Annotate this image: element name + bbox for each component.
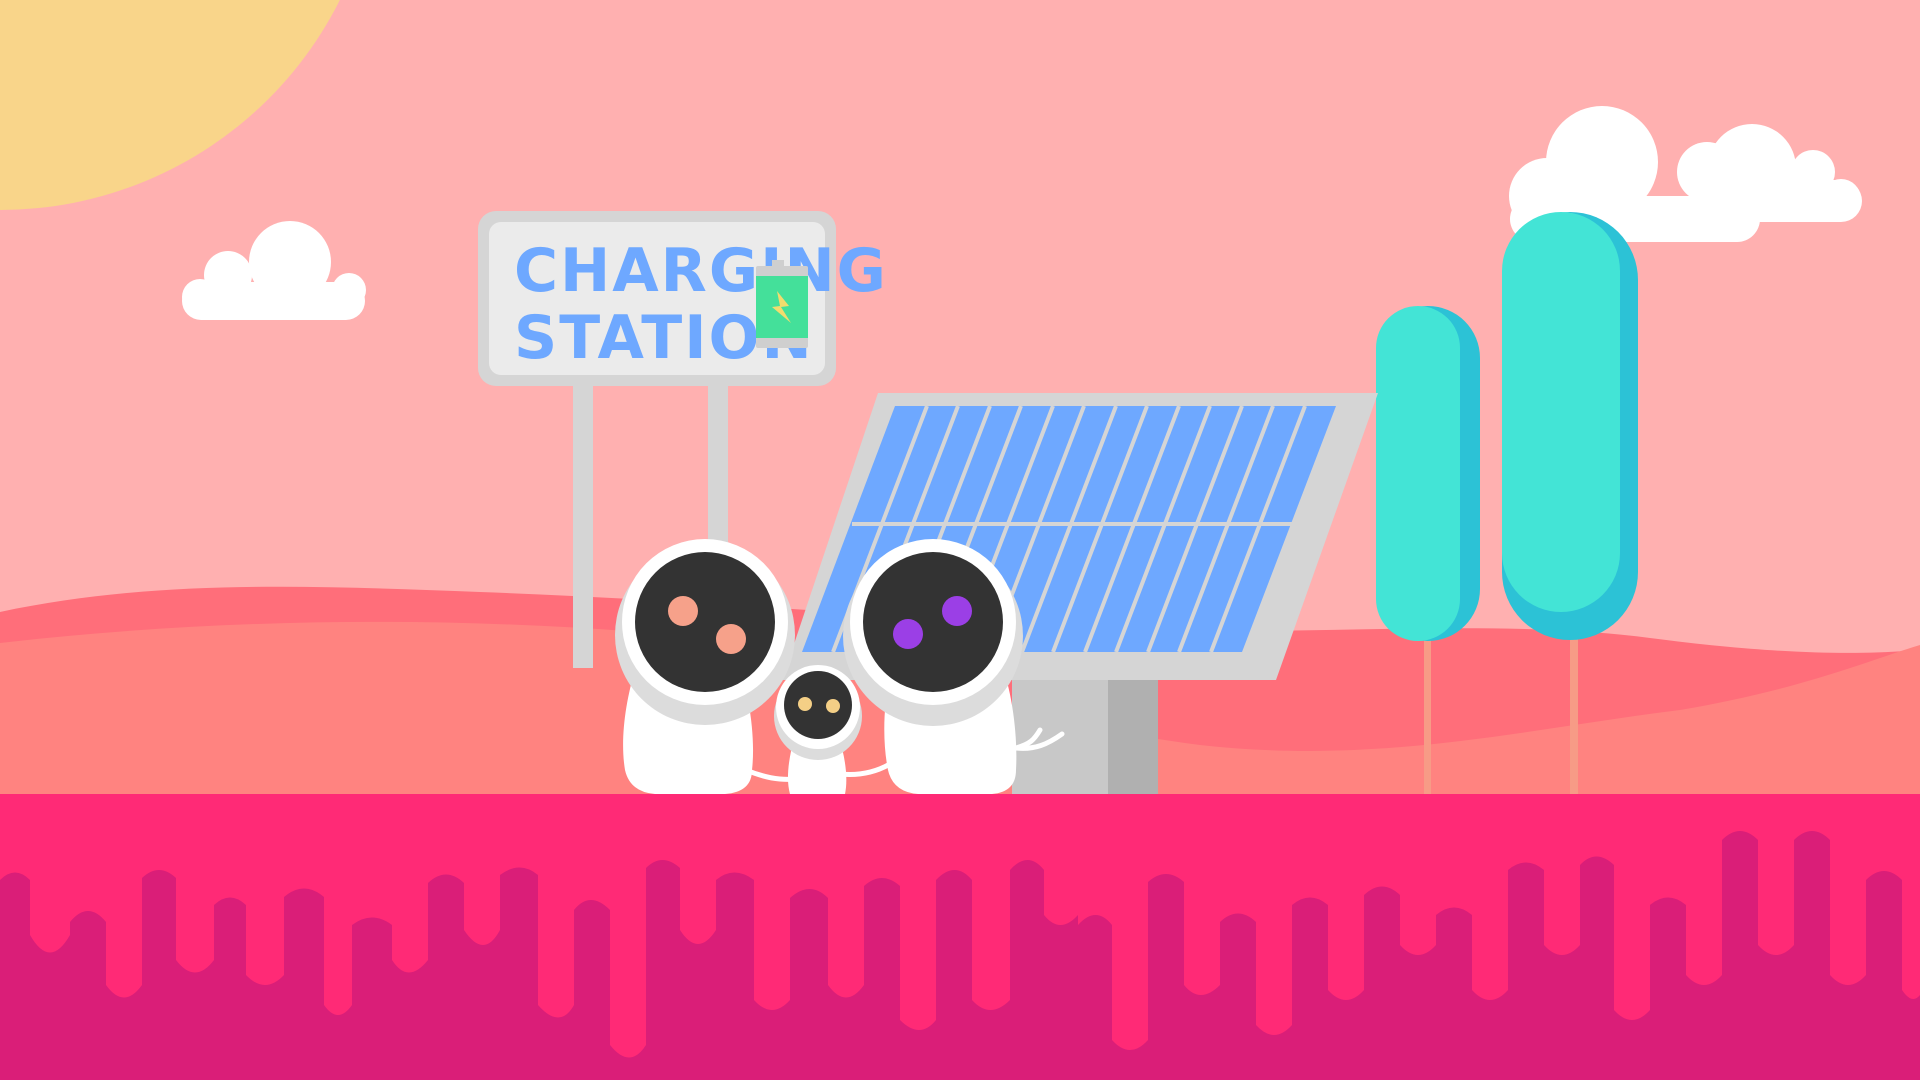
- ground: [0, 794, 1920, 1080]
- charging-station-sign: CHARGING STATION: [478, 211, 888, 386]
- charging-station-scene: CHARGING STATION: [0, 0, 1920, 1080]
- robot-left-eye-2: [716, 624, 746, 654]
- sign-post-left: [573, 384, 593, 668]
- robot-left-eye-1: [668, 596, 698, 626]
- sign-title-line1: CHARGING: [514, 236, 888, 306]
- robot-right-eye-2: [942, 596, 972, 626]
- robot-right-eye-1: [893, 619, 923, 649]
- battery-charging-icon: [756, 260, 808, 348]
- solar-panel-stand: [1012, 668, 1158, 798]
